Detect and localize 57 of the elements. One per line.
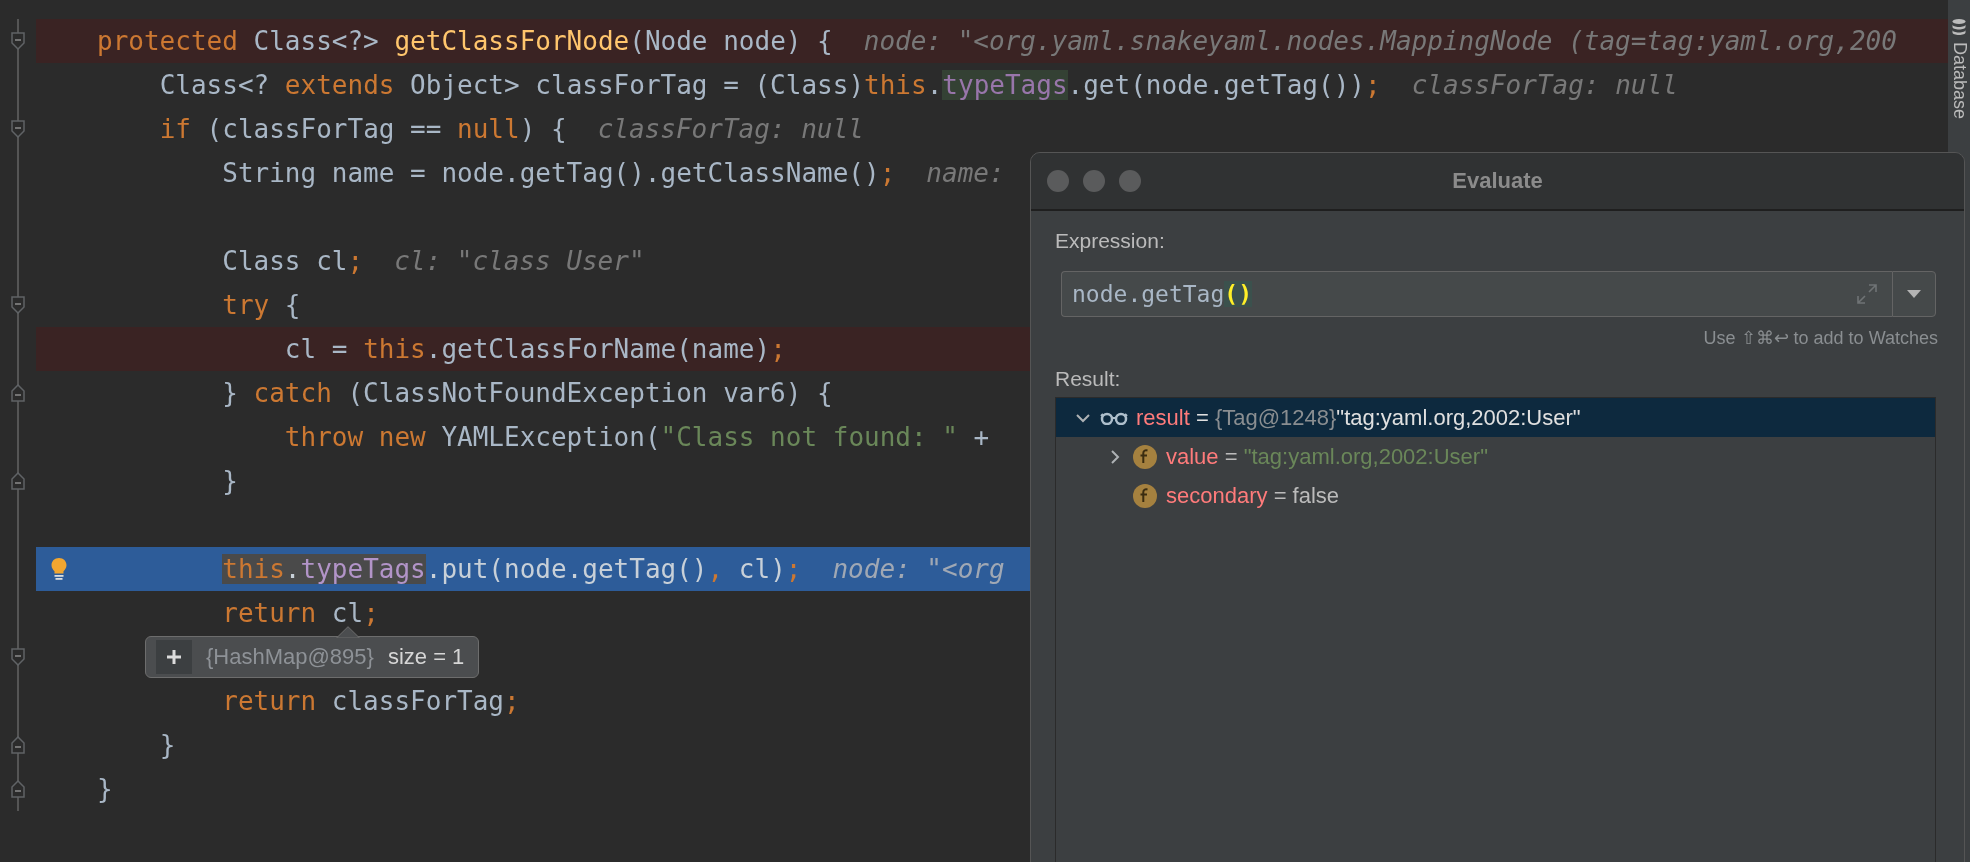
result-label: Result: bbox=[1055, 367, 1121, 391]
inline-value-hint: name: bbox=[926, 158, 1005, 188]
plus-icon bbox=[165, 648, 183, 666]
fold-marker-icon[interactable] bbox=[11, 648, 25, 666]
code-line: return cl; bbox=[222, 598, 379, 628]
code-line: Class<? extends Object> classForTag = (Class)this.typeTags.get(node.getTag()); bbox=[159, 70, 1381, 100]
result-entry: value = "tag:yaml.org,2002:User" bbox=[1166, 443, 1488, 470]
fold-marker-icon[interactable] bbox=[11, 780, 25, 798]
glasses-icon bbox=[1100, 410, 1128, 425]
code-line: if (classForTag == null) { bbox=[159, 114, 567, 144]
expression-field[interactable]: node.getTag() bbox=[1061, 271, 1892, 317]
code-line: this.typeTags.put(node.getTag(), cl); bbox=[222, 554, 802, 584]
fold-marker-icon[interactable] bbox=[11, 736, 25, 754]
field-icon bbox=[1132, 482, 1158, 509]
result-entry: result = {Tag@1248}"tag:yaml.org,2002:User" bbox=[1136, 404, 1581, 431]
code-line: String name = node.getTag().getClassName(); bbox=[222, 158, 896, 188]
inline-value-hint: node: "<org.yaml.snakeyaml.nodes.MappingNode (tag=tag:yaml.org,200 bbox=[863, 26, 1897, 56]
code-line: protected Class<?> getClassForNode(Node node) { bbox=[97, 26, 833, 56]
code-line: } bbox=[159, 730, 176, 760]
fold-marker-icon[interactable] bbox=[11, 32, 25, 50]
code-line: Class cl; bbox=[222, 246, 364, 276]
close-icon[interactable] bbox=[1047, 170, 1069, 192]
size-value: size = 1 bbox=[387, 644, 465, 670]
code-line: try { bbox=[222, 290, 301, 320]
add-button[interactable] bbox=[156, 640, 192, 674]
chevron-down-icon[interactable] bbox=[1075, 411, 1091, 424]
tree-row[interactable]: value = "tag:yaml.org,2002:User" bbox=[1056, 437, 1935, 476]
fold-marker-icon[interactable] bbox=[11, 384, 25, 402]
database-icon bbox=[1951, 18, 1967, 36]
code-line: throw new YAMLException("Class not found: " + bbox=[284, 422, 990, 452]
code-line: } bbox=[97, 774, 113, 804]
inline-value-hint: classForTag: null bbox=[597, 114, 864, 144]
expression-label: Expression: bbox=[1055, 229, 1165, 253]
code-line: cl = this.getClassForName(name); bbox=[284, 334, 786, 364]
object-type-label: {HashMap@895} bbox=[206, 644, 374, 670]
shortcut-hint: Use ⇧⌘↩ to add to Watches bbox=[1703, 327, 1938, 349]
inline-value-hint: node: "<org bbox=[832, 554, 1005, 584]
inline-value-hint: cl: "class User" bbox=[394, 246, 645, 276]
dialog-title: Evaluate bbox=[1452, 168, 1543, 194]
fold-marker-icon[interactable] bbox=[11, 120, 25, 138]
code-line: } bbox=[222, 466, 238, 496]
lightbulb-icon[interactable] bbox=[50, 557, 68, 581]
field-icon bbox=[1132, 443, 1158, 470]
fold-marker-icon[interactable] bbox=[11, 472, 25, 490]
code-line: } catch (ClassNotFoundException var6) { bbox=[222, 378, 833, 408]
chevron-right-icon[interactable] bbox=[1109, 448, 1121, 465]
expand-icon[interactable] bbox=[1856, 283, 1878, 305]
inline-value-hint: classForTag: null bbox=[1411, 70, 1678, 100]
code-line: return classForTag; bbox=[222, 686, 520, 716]
minimize-icon[interactable] bbox=[1083, 170, 1105, 192]
caret-icon bbox=[1906, 289, 1922, 299]
maximize-icon[interactable] bbox=[1119, 170, 1141, 192]
tree-row[interactable]: secondary = false bbox=[1056, 476, 1935, 515]
fold-marker-icon[interactable] bbox=[11, 296, 25, 314]
tree-row[interactable]: result = {Tag@1248}"tag:yaml.org,2002:User" bbox=[1056, 398, 1935, 437]
result-entry: secondary = false bbox=[1166, 482, 1340, 509]
history-dropdown-button[interactable] bbox=[1892, 271, 1936, 317]
